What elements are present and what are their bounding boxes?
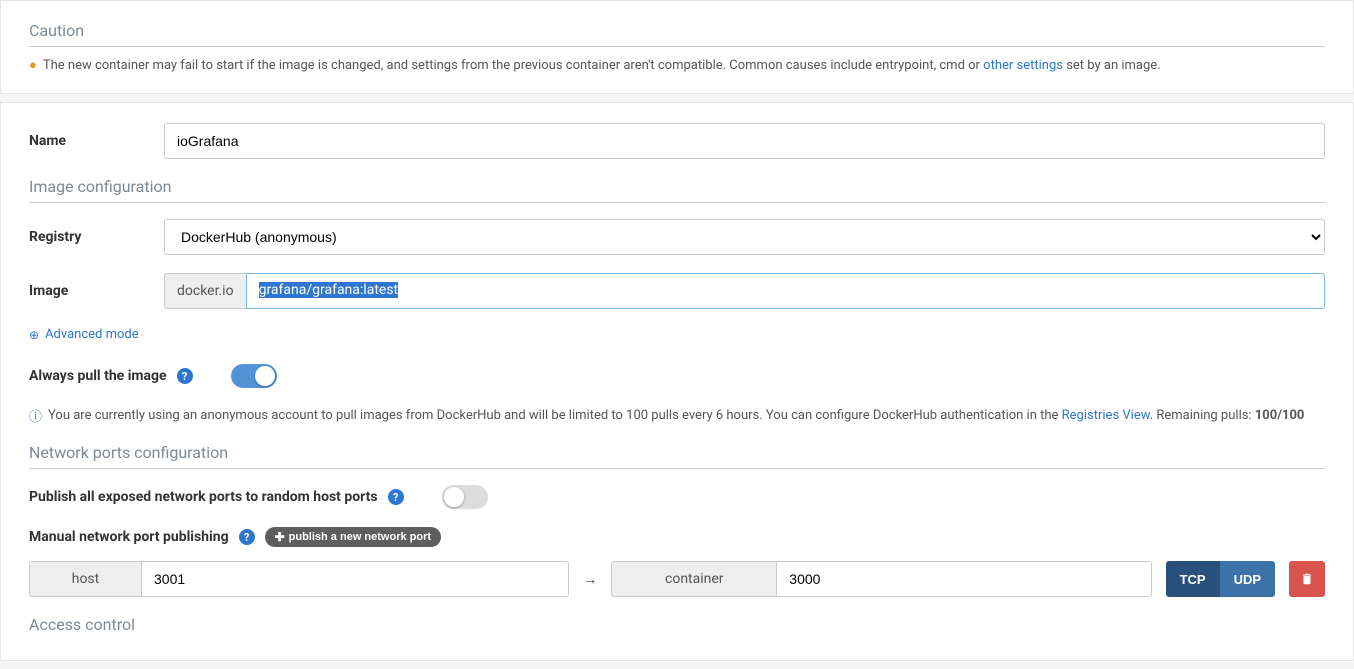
image-label: Image: [29, 283, 164, 299]
arrow-icon: →: [583, 571, 597, 588]
help-icon[interactable]: ?: [388, 489, 404, 505]
name-input[interactable]: [164, 123, 1325, 159]
name-row: Name: [29, 123, 1325, 159]
info-icon: ⓘ: [29, 406, 42, 425]
container-port-label: container: [611, 561, 776, 597]
image-config-title: Image configuration: [29, 177, 1325, 203]
host-port-input[interactable]: [141, 561, 569, 597]
host-port-label: host: [29, 561, 141, 597]
container-port-input[interactable]: [776, 561, 1151, 597]
registries-view-link[interactable]: Registries View: [1062, 408, 1150, 423]
tcp-button[interactable]: TCP: [1166, 561, 1220, 597]
image-row: Image docker.io grafana/grafana:latest: [29, 273, 1325, 309]
image-input[interactable]: grafana/grafana:latest: [246, 273, 1325, 309]
caution-title: Caution: [29, 21, 1325, 47]
registry-row: Registry DockerHub (anonymous): [29, 219, 1325, 255]
publish-port-button[interactable]: ✚ publish a new network port: [265, 527, 441, 547]
network-config-title: Network ports configuration: [29, 443, 1325, 469]
publish-all-row: Publish all exposed network ports to ran…: [29, 485, 1325, 509]
help-icon[interactable]: ?: [239, 529, 255, 545]
protocol-group: TCP UDP: [1166, 561, 1275, 597]
registry-label: Registry: [29, 229, 164, 245]
caution-panel: Caution ● The new container may fail to …: [0, 0, 1354, 94]
always-pull-toggle[interactable]: [231, 364, 277, 388]
other-settings-link[interactable]: other settings: [983, 58, 1063, 73]
manual-publish-label: Manual network port publishing: [29, 529, 229, 545]
name-label: Name: [29, 133, 164, 149]
dockerhub-info: ⓘ You are currently using an anonymous a…: [29, 406, 1325, 425]
trash-icon: [1300, 572, 1314, 586]
manual-publish-row: Manual network port publishing ? ✚ publi…: [29, 527, 1325, 547]
caution-message: ● The new container may fail to start if…: [29, 57, 1325, 73]
always-pull-row: Always pull the image ?: [29, 364, 1325, 388]
udp-button[interactable]: UDP: [1220, 561, 1275, 597]
help-icon[interactable]: ?: [177, 368, 193, 384]
image-prefix: docker.io: [164, 273, 246, 309]
globe-icon: ⊕: [29, 328, 39, 342]
remaining-pulls: 100/100: [1255, 408, 1305, 423]
delete-port-button[interactable]: [1289, 561, 1325, 597]
registry-select[interactable]: DockerHub (anonymous): [164, 219, 1325, 255]
publish-all-label: Publish all exposed network ports to ran…: [29, 489, 378, 505]
access-control-title: Access control: [29, 615, 1325, 640]
publish-all-toggle[interactable]: [442, 485, 488, 509]
always-pull-label: Always pull the image: [29, 368, 167, 384]
advanced-mode-link[interactable]: ⊕ Advanced mode: [29, 327, 1325, 342]
main-form-panel: Name Image configuration Registry Docker…: [0, 102, 1354, 661]
warning-icon: ●: [29, 57, 37, 73]
port-mapping-row: host → container TCP UDP: [29, 561, 1325, 597]
plus-icon: ✚: [275, 530, 285, 544]
